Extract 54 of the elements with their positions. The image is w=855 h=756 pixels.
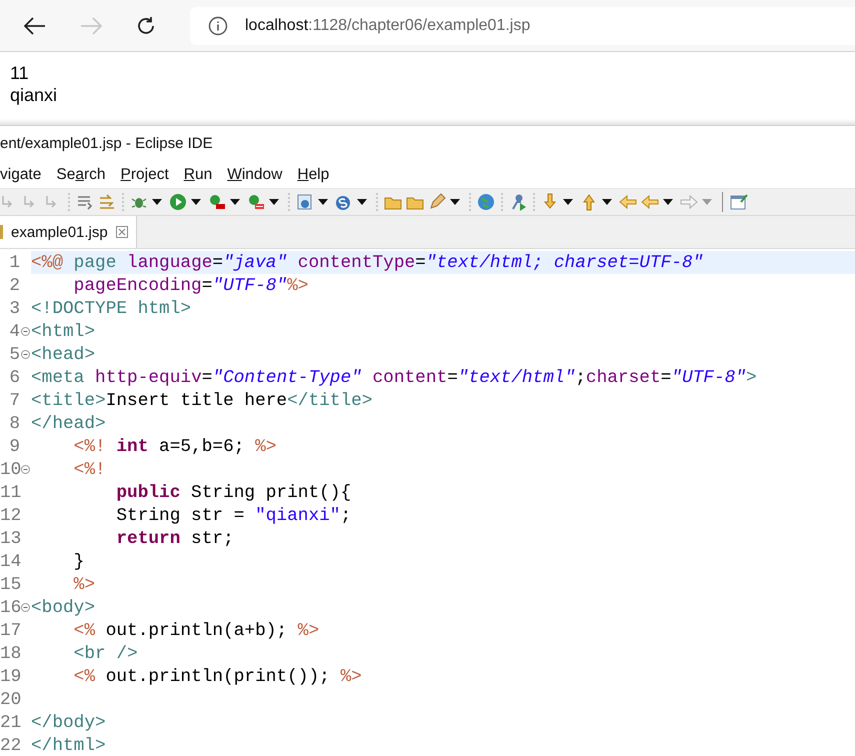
line-number: 3 [8,298,20,318]
editor-tab[interactable]: example01.jsp [0,216,137,248]
line-number: 8 [8,414,20,434]
url-text: localhost:1128/chapter06/example01.jsp [245,16,530,34]
code-line: <!DOCTYPE html> [31,298,192,318]
line-number: 1 [8,252,20,272]
line-number: 18 [0,644,20,664]
code-line: </html> [31,736,106,756]
code-line: </head> [31,414,106,434]
code-line: <html> [31,322,96,342]
line-number: 14 [0,552,20,572]
code-line: </body> [31,712,106,732]
code-line: <%! [72,460,106,480]
code-line: <meta http-equiv="Content-Type" content="text/html";charset="UTF-8"> [31,368,757,388]
menu-item[interactable]: vigate [0,166,42,184]
line-number: 5 [8,344,20,364]
line-number: 6 [8,368,20,388]
line-number: 12 [0,506,20,526]
address-field[interactable]: localhost:1128/chapter06/example01.jsp [190,6,855,44]
code-line: <head> [31,344,96,364]
code-line: <%! int a=5,b=6; %> [72,436,276,456]
code-line: <% out.println(print()); %> [72,666,362,686]
line-number: 19 [0,666,20,686]
line-number: 7 [8,390,20,410]
line-number: 20 [0,690,20,710]
menu-item[interactable]: Run [184,166,212,184]
line-number: 13 [0,528,20,548]
code-line: <br /> [72,644,138,664]
line-number: 11 [0,482,20,502]
code-line: pageEncoding="UTF-8"%> [72,276,308,296]
line-number: 4 [8,322,20,342]
line-number: 10 [0,460,20,480]
line-number: 22 [0,736,20,756]
page-output-text: 11 [10,62,30,84]
code-line: <body> [31,598,96,618]
code-line: return str; [115,528,234,548]
code-line: %> [72,574,96,594]
code-line: } [72,552,84,572]
line-number: 16 [0,598,20,618]
menu-item[interactable]: Search [56,166,106,184]
menu-item[interactable]: Help [297,166,330,184]
page-output-text: qianxi [10,84,58,106]
code-line: <% out.println(a+b); %> [72,620,320,640]
line-number: 21 [0,712,20,732]
menu-item[interactable]: Window [227,166,282,184]
line-number: 9 [8,436,20,456]
line-number: 17 [0,620,20,640]
code-line: public String print(){ [115,482,352,502]
code-line: String str = "qianxi"; [115,506,352,526]
line-number: 15 [0,574,20,594]
line-number: 2 [8,276,20,296]
code-line: <title>Insert title here</title> [31,390,372,410]
menu-item[interactable]: Project [120,166,169,184]
window-title: ent/example01.jsp - Eclipse IDE [0,134,214,154]
